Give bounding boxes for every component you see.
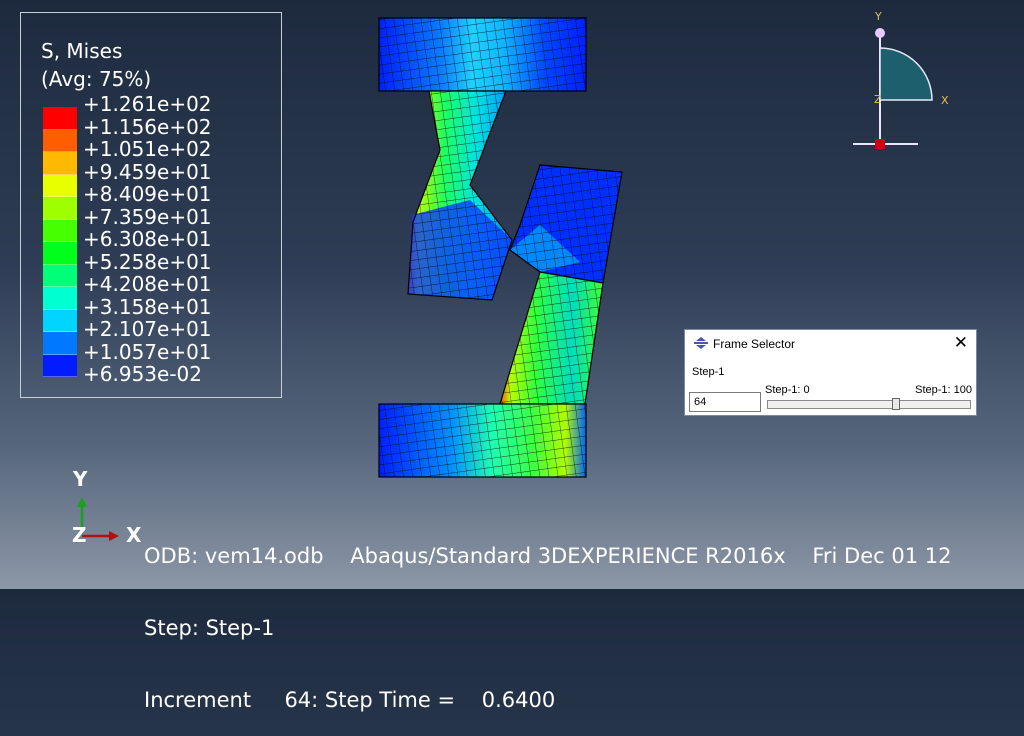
odb-info-line: ODB: vem14.odb Abaqus/Standard 3DEXPERIE… [144,544,952,568]
dialog-titlebar[interactable]: Frame Selector ✕ [685,330,976,356]
increment-info-line: Increment 64: Step Time = 0.6400 [144,688,556,712]
frame-selector-icon [694,337,708,349]
x-arrow-icon [109,531,119,541]
slider-max-label: Step-1: 100 [915,384,972,396]
frame-slider[interactable] [767,398,971,410]
frame-slider-thumb[interactable] [892,398,901,410]
step-label: Step-1 [692,366,725,378]
frame-input[interactable] [689,392,761,412]
dialog-title: Frame Selector [713,337,796,351]
axis-y-label: Y [72,467,88,491]
frame-selector-dialog: Frame Selector ✕ Step-1 Step-1: 0 Step-1… [684,329,977,416]
slider-min-label: Step-1: 0 [765,384,810,396]
y-arrow-icon [77,497,87,507]
axis-x-label: X [126,523,142,547]
axis-z-label: Z [72,523,87,547]
odb-info: ODB: vem14.odb Abaqus/Standard 3DEXPERIE… [144,496,951,736]
step-info-line: Step: Step-1 [144,616,275,640]
close-icon[interactable]: ✕ [954,333,968,353]
